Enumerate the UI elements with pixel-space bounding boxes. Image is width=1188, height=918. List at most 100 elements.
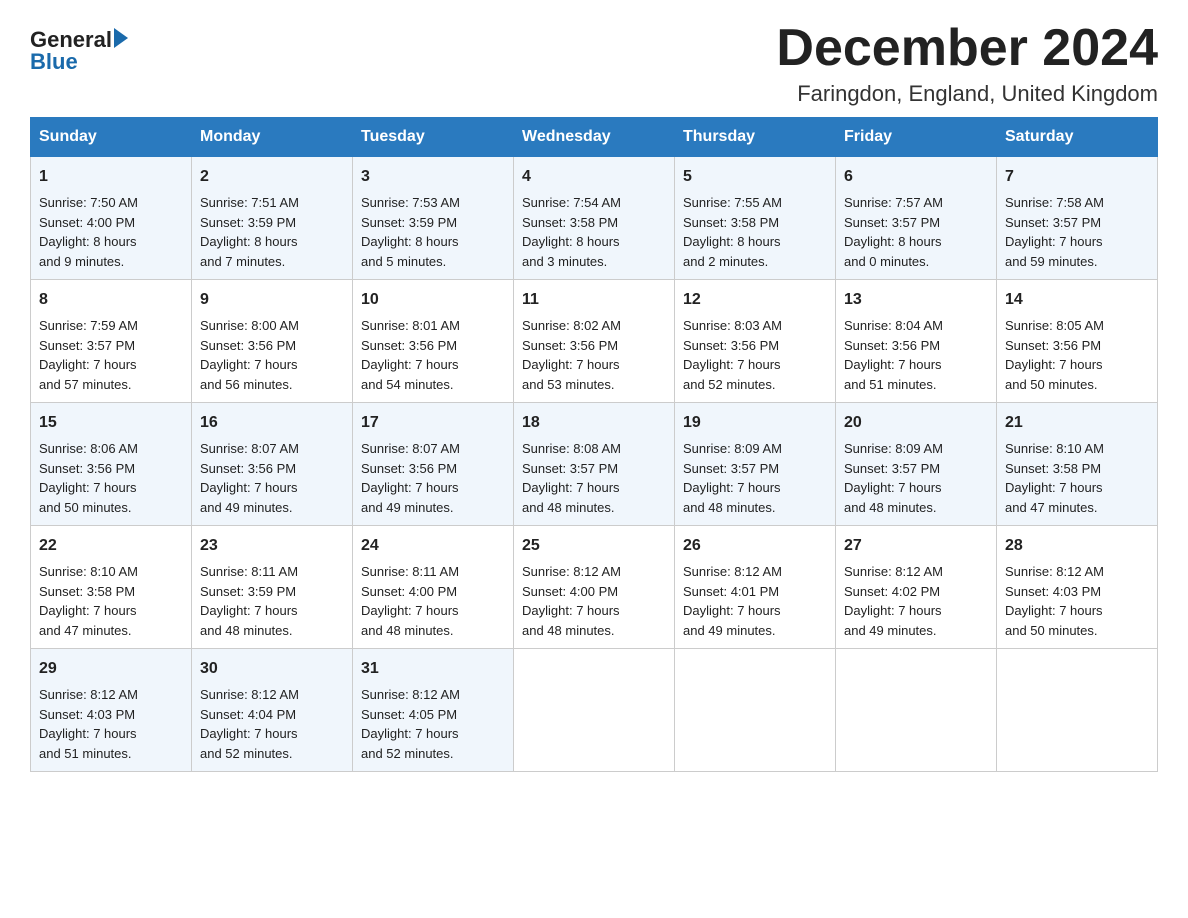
day-number: 16 xyxy=(200,411,344,435)
calendar-cell: 28Sunrise: 8:12 AMSunset: 4:03 PMDayligh… xyxy=(997,526,1158,649)
col-header-sunday: Sunday xyxy=(31,118,192,157)
day-info: Sunrise: 7:54 AMSunset: 3:58 PMDaylight:… xyxy=(522,193,666,271)
day-info: Sunrise: 7:51 AMSunset: 3:59 PMDaylight:… xyxy=(200,193,344,271)
day-info: Sunrise: 8:07 AMSunset: 3:56 PMDaylight:… xyxy=(200,439,344,517)
col-header-tuesday: Tuesday xyxy=(353,118,514,157)
day-number: 7 xyxy=(1005,165,1149,189)
calendar-cell: 29 Sunrise: 8:12 AMSunset: 4:03 PMDayligh… xyxy=(31,649,192,772)
calendar-cell: 20 Sunrise: 8:09 AMSunset: 3:57 PMDayligh… xyxy=(836,403,997,526)
day-info: Sunrise: 8:00 AMSunset: 3:56 PMDaylight:… xyxy=(200,316,344,394)
day-info: Sunrise: 8:08 AMSunset: 3:57 PMDaylight:… xyxy=(522,439,666,517)
day-number: 13 xyxy=(844,288,988,312)
day-info: Sunrise: 8:07 AMSunset: 3:56 PMDaylight:… xyxy=(361,439,505,517)
day-number: 26 xyxy=(683,534,827,558)
day-number: 21 xyxy=(1005,411,1149,435)
logo-arrow-icon xyxy=(114,28,128,48)
col-header-saturday: Saturday xyxy=(997,118,1158,157)
calendar-cell xyxy=(836,649,997,772)
calendar-cell: 11Sunrise: 8:02 AMSunset: 3:56 PMDayligh… xyxy=(514,280,675,403)
month-title: December 2024 xyxy=(776,20,1158,77)
day-number: 27 xyxy=(844,534,988,558)
calendar-cell: 18 Sunrise: 8:08 AMSunset: 3:57 PMDayligh… xyxy=(514,403,675,526)
day-info: Sunrise: 7:59 AMSunset: 3:57 PMDaylight:… xyxy=(39,316,183,394)
day-info: Sunrise: 8:10 AMSunset: 3:58 PMDaylight:… xyxy=(1005,439,1149,517)
day-info: Sunrise: 8:12 AMSunset: 4:01 PMDaylight:… xyxy=(683,562,827,640)
day-number: 5 xyxy=(683,165,827,189)
day-number: 31 xyxy=(361,657,505,681)
calendar-cell: 26 Sunrise: 8:12 AMSunset: 4:01 PMDayligh… xyxy=(675,526,836,649)
calendar-week-row: 29 Sunrise: 8:12 AMSunset: 4:03 PMDayligh… xyxy=(31,649,1158,772)
day-info: Sunrise: 8:09 AMSunset: 3:57 PMDaylight:… xyxy=(844,439,988,517)
calendar-week-row: 22 Sunrise: 8:10 AMSunset: 3:58 PMDayligh… xyxy=(31,526,1158,649)
calendar-cell: 9 Sunrise: 8:00 AMSunset: 3:56 PMDaylight… xyxy=(192,280,353,403)
calendar-cell xyxy=(514,649,675,772)
col-header-friday: Friday xyxy=(836,118,997,157)
calendar-cell: 1Sunrise: 7:50 AMSunset: 4:00 PMDaylight… xyxy=(31,157,192,280)
day-number: 25 xyxy=(522,534,666,558)
calendar-cell: 16 Sunrise: 8:07 AMSunset: 3:56 PMDayligh… xyxy=(192,403,353,526)
day-info: Sunrise: 8:09 AMSunset: 3:57 PMDaylight:… xyxy=(683,439,827,517)
calendar-cell: 15 Sunrise: 8:06 AMSunset: 3:56 PMDayligh… xyxy=(31,403,192,526)
day-number: 19 xyxy=(683,411,827,435)
day-number: 2 xyxy=(200,165,344,189)
calendar-cell: 12Sunrise: 8:03 AMSunset: 3:56 PMDayligh… xyxy=(675,280,836,403)
day-info: Sunrise: 7:53 AMSunset: 3:59 PMDaylight:… xyxy=(361,193,505,271)
calendar-cell: 3 Sunrise: 7:53 AMSunset: 3:59 PMDaylight… xyxy=(353,157,514,280)
calendar-cell: 27 Sunrise: 8:12 AMSunset: 4:02 PMDayligh… xyxy=(836,526,997,649)
logo: General Blue xyxy=(30,28,128,74)
day-number: 15 xyxy=(39,411,183,435)
day-number: 18 xyxy=(522,411,666,435)
day-number: 29 xyxy=(39,657,183,681)
day-number: 11 xyxy=(522,288,666,312)
calendar-cell: 8Sunrise: 7:59 AMSunset: 3:57 PMDaylight… xyxy=(31,280,192,403)
calendar-cell: 31Sunrise: 8:12 AMSunset: 4:05 PMDayligh… xyxy=(353,649,514,772)
day-info: Sunrise: 8:12 AMSunset: 4:04 PMDaylight:… xyxy=(200,685,344,763)
day-number: 28 xyxy=(1005,534,1149,558)
day-info: Sunrise: 8:11 AMSunset: 4:00 PMDaylight:… xyxy=(361,562,505,640)
calendar-cell: 13 Sunrise: 8:04 AMSunset: 3:56 PMDayligh… xyxy=(836,280,997,403)
calendar-week-row: 15 Sunrise: 8:06 AMSunset: 3:56 PMDayligh… xyxy=(31,403,1158,526)
title-block: December 2024 Faringdon, England, United… xyxy=(776,20,1158,107)
day-number: 3 xyxy=(361,165,505,189)
calendar-cell: 24Sunrise: 8:11 AMSunset: 4:00 PMDayligh… xyxy=(353,526,514,649)
col-header-thursday: Thursday xyxy=(675,118,836,157)
logo-blue-text: Blue xyxy=(30,50,78,74)
location-subtitle: Faringdon, England, United Kingdom xyxy=(776,81,1158,107)
day-info: Sunrise: 8:01 AMSunset: 3:56 PMDaylight:… xyxy=(361,316,505,394)
calendar-header-row: SundayMondayTuesdayWednesdayThursdayFrid… xyxy=(31,118,1158,157)
calendar-cell: 30 Sunrise: 8:12 AMSunset: 4:04 PMDayligh… xyxy=(192,649,353,772)
calendar-cell: 10 Sunrise: 8:01 AMSunset: 3:56 PMDayligh… xyxy=(353,280,514,403)
day-number: 14 xyxy=(1005,288,1149,312)
day-number: 23 xyxy=(200,534,344,558)
page-header: General Blue December 2024 Faringdon, En… xyxy=(30,20,1158,107)
day-info: Sunrise: 8:12 AMSunset: 4:03 PMDaylight:… xyxy=(39,685,183,763)
day-number: 30 xyxy=(200,657,344,681)
col-header-wednesday: Wednesday xyxy=(514,118,675,157)
day-info: Sunrise: 8:03 AMSunset: 3:56 PMDaylight:… xyxy=(683,316,827,394)
calendar-cell: 6Sunrise: 7:57 AMSunset: 3:57 PMDaylight… xyxy=(836,157,997,280)
day-info: Sunrise: 8:06 AMSunset: 3:56 PMDaylight:… xyxy=(39,439,183,517)
calendar-cell: 19 Sunrise: 8:09 AMSunset: 3:57 PMDayligh… xyxy=(675,403,836,526)
day-number: 22 xyxy=(39,534,183,558)
calendar-cell: 4 Sunrise: 7:54 AMSunset: 3:58 PMDaylight… xyxy=(514,157,675,280)
day-number: 9 xyxy=(200,288,344,312)
calendar-cell: 17 Sunrise: 8:07 AMSunset: 3:56 PMDayligh… xyxy=(353,403,514,526)
day-number: 4 xyxy=(522,165,666,189)
day-number: 6 xyxy=(844,165,988,189)
calendar-cell: 22 Sunrise: 8:10 AMSunset: 3:58 PMDayligh… xyxy=(31,526,192,649)
day-number: 20 xyxy=(844,411,988,435)
day-info: Sunrise: 8:10 AMSunset: 3:58 PMDaylight:… xyxy=(39,562,183,640)
day-number: 1 xyxy=(39,165,183,189)
calendar-cell: 2 Sunrise: 7:51 AMSunset: 3:59 PMDaylight… xyxy=(192,157,353,280)
calendar-cell: 14 Sunrise: 8:05 AMSunset: 3:56 PMDayligh… xyxy=(997,280,1158,403)
calendar-cell: 5Sunrise: 7:55 AMSunset: 3:58 PMDaylight… xyxy=(675,157,836,280)
calendar-cell: 7Sunrise: 7:58 AMSunset: 3:57 PMDaylight… xyxy=(997,157,1158,280)
col-header-monday: Monday xyxy=(192,118,353,157)
day-info: Sunrise: 8:04 AMSunset: 3:56 PMDaylight:… xyxy=(844,316,988,394)
calendar-cell: 23Sunrise: 8:11 AMSunset: 3:59 PMDayligh… xyxy=(192,526,353,649)
day-info: Sunrise: 8:12 AMSunset: 4:02 PMDaylight:… xyxy=(844,562,988,640)
day-number: 17 xyxy=(361,411,505,435)
day-number: 10 xyxy=(361,288,505,312)
day-info: Sunrise: 8:05 AMSunset: 3:56 PMDaylight:… xyxy=(1005,316,1149,394)
calendar-cell: 25Sunrise: 8:12 AMSunset: 4:00 PMDayligh… xyxy=(514,526,675,649)
